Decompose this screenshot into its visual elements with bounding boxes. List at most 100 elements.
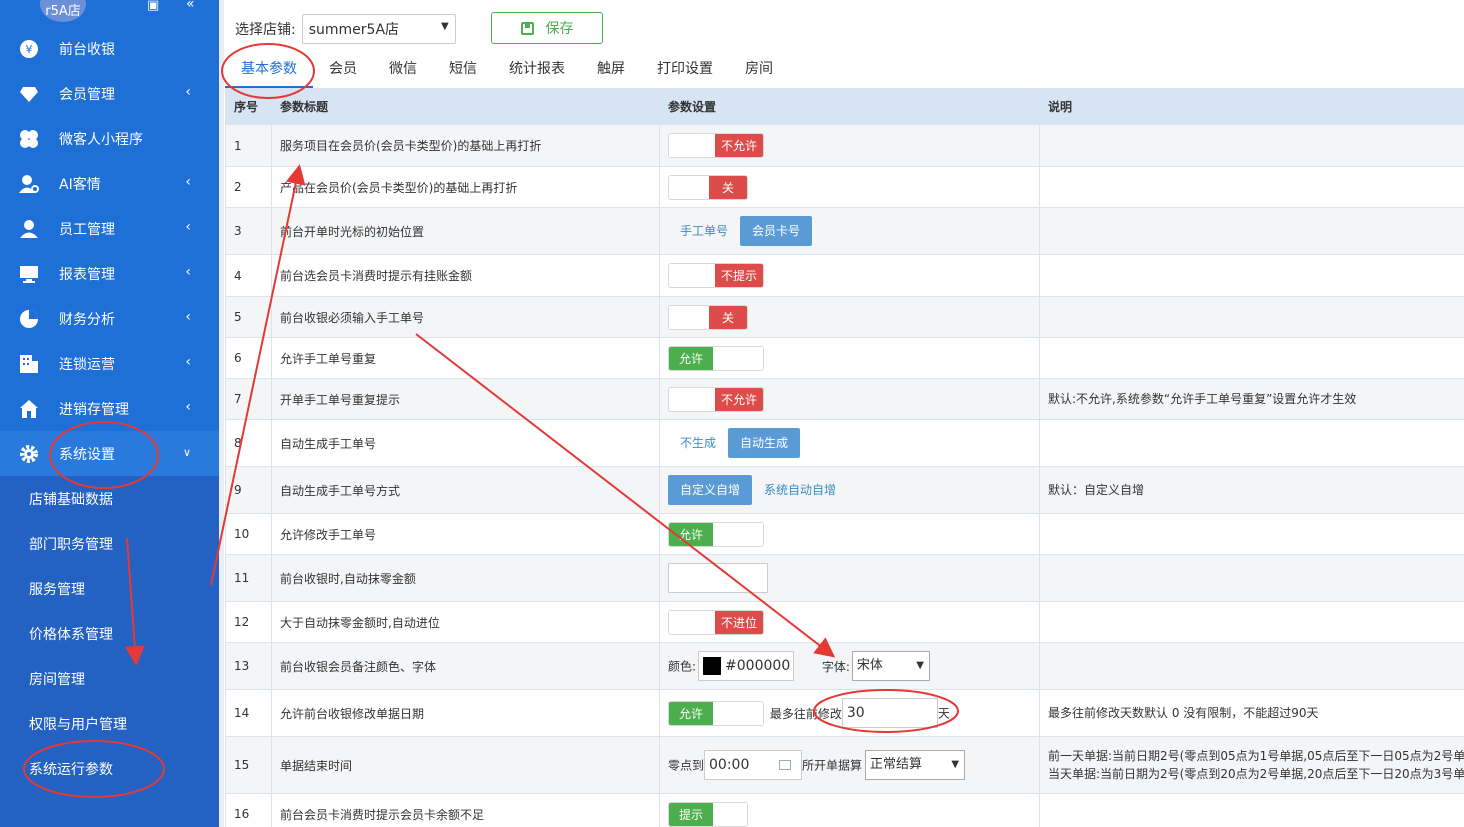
color-picker[interactable]: #000000 bbox=[698, 651, 795, 681]
toggle-switch[interactable]: 不进位 bbox=[668, 609, 764, 635]
submenu-store-data[interactable]: 店铺基础数据 bbox=[0, 476, 219, 521]
col-header-title: 参数标题 bbox=[271, 88, 660, 125]
toggle-switch[interactable]: 不允许 bbox=[668, 386, 764, 412]
bell-icon[interactable]: ▣ bbox=[147, 0, 159, 13]
diamond-icon bbox=[18, 83, 40, 105]
time-input[interactable]: 00:00 bbox=[704, 750, 803, 780]
toggle-switch[interactable]: 不提示 bbox=[668, 263, 764, 288]
row-desc: 最多往前修改天数默认 0 没有限制，不能超过90天 bbox=[1039, 689, 1464, 737]
submenu-service[interactable]: 服务管理 bbox=[0, 566, 219, 611]
tab-stats-report[interactable]: 统计报表 bbox=[493, 56, 581, 88]
tab-sms[interactable]: 短信 bbox=[433, 56, 493, 88]
save-button[interactable]: 保存 bbox=[491, 12, 603, 44]
table-row: 7 开单手工单号重复提示 不允许 默认:不允许,系统参数“允许手工单号重复”设置… bbox=[225, 378, 1464, 420]
row-title: 前台收银时,自动抹零金额 bbox=[271, 554, 660, 602]
menu-item-mini-program[interactable]: 微客人小程序 bbox=[0, 116, 219, 161]
font-select[interactable]: 宋体 ▼ bbox=[851, 651, 930, 681]
days-input[interactable]: 30 bbox=[841, 698, 938, 728]
menu-label: 前台收银 bbox=[59, 41, 115, 58]
option-custom-increment[interactable]: 自定义自增 bbox=[668, 475, 753, 505]
user-ai-icon bbox=[18, 173, 40, 195]
row-setting: 提示 bbox=[659, 793, 1040, 827]
tab-basic-params[interactable]: 基本参数 bbox=[225, 56, 313, 88]
row-no: 15 bbox=[225, 736, 272, 794]
tab-touchscreen[interactable]: 触屏 bbox=[581, 56, 641, 88]
row-setting: 关 bbox=[659, 166, 1040, 208]
option-member-card-no[interactable]: 会员卡号 bbox=[740, 216, 813, 246]
option-not-generate[interactable]: 不生成 bbox=[668, 428, 728, 458]
menu-item-chain[interactable]: 连锁运营 ‹ bbox=[0, 341, 219, 386]
settlement-select[interactable]: 正常结算 ▼ bbox=[865, 750, 966, 780]
row-title: 产品在会员价(会员卡类型价)的基础上再打折 bbox=[271, 166, 660, 208]
toggle-switch[interactable]: 允许 bbox=[668, 700, 764, 726]
chevron-left-icon: ‹ bbox=[185, 174, 191, 190]
menu-item-ai[interactable]: AI客情 ‹ bbox=[0, 161, 219, 206]
days-label: 最多往前修改 bbox=[769, 706, 842, 721]
monitor-icon bbox=[18, 263, 40, 285]
row-title: 前台会员卡消费时提示会员卡余额不足 bbox=[271, 793, 660, 827]
menu-item-finance[interactable]: 财务分析 ‹ bbox=[0, 296, 219, 341]
tab-wechat[interactable]: 微信 bbox=[373, 56, 433, 88]
toggle-switch[interactable]: 允许 bbox=[668, 345, 764, 371]
option-system-increment[interactable]: 系统自动自增 bbox=[752, 475, 848, 505]
store-avatar[interactable]: r5A店 bbox=[40, 0, 86, 22]
row-desc bbox=[1039, 207, 1464, 255]
round-off-amount-input[interactable] bbox=[668, 563, 768, 593]
menu-item-member[interactable]: 会员管理 ‹ bbox=[0, 71, 219, 116]
menu-item-inventory[interactable]: 进销存管理 ‹ bbox=[0, 386, 219, 431]
table-row: 3 前台开单时光标的初始位置 手工单号 会员卡号 bbox=[225, 207, 1464, 255]
menu-item-staff[interactable]: 员工管理 ‹ bbox=[0, 206, 219, 251]
menu-item-front-cashier[interactable]: ¥ 前台收银 bbox=[0, 26, 219, 71]
col-header-setting: 参数设置 bbox=[659, 88, 1040, 125]
settlement-select-value: 正常结算 bbox=[870, 757, 923, 772]
option-auto-generate[interactable]: 自动生成 bbox=[728, 428, 801, 458]
toggle-switch[interactable]: 不允许 bbox=[668, 133, 764, 158]
toggle-switch[interactable]: 关 bbox=[668, 304, 748, 330]
submenu-permission-user[interactable]: 权限与用户管理 bbox=[0, 701, 219, 746]
tab-room[interactable]: 房间 bbox=[729, 56, 789, 88]
submenu-dept-position[interactable]: 部门职务管理 bbox=[0, 521, 219, 566]
toggle-switch[interactable]: 提示 bbox=[668, 801, 748, 827]
tab-member[interactable]: 会员 bbox=[313, 56, 373, 88]
store-select[interactable]: summer5A店 ▼ bbox=[301, 14, 456, 44]
gutter bbox=[219, 0, 224, 827]
submenu-price-system[interactable]: 价格体系管理 bbox=[0, 611, 219, 656]
flower-icon bbox=[18, 128, 40, 150]
row-desc: 默认：自定义自增 bbox=[1039, 466, 1464, 514]
table-row: 4 前台选会员卡消费时提示有挂账金额 不提示 bbox=[225, 254, 1464, 297]
table-row: 13 前台收银会员备注颜色、字体 颜色: #000000 字体: 宋体 ▼ bbox=[225, 642, 1464, 690]
row-no: 2 bbox=[225, 166, 272, 208]
submenu-system-params[interactable]: 系统运行参数 bbox=[0, 746, 219, 791]
row-title: 开单手工单号重复提示 bbox=[271, 378, 660, 420]
menu-label: 连锁运营 bbox=[59, 356, 115, 373]
user-icon bbox=[18, 218, 40, 240]
row-desc bbox=[1039, 254, 1464, 297]
row-title: 前台收银会员备注颜色、字体 bbox=[271, 642, 660, 690]
row-no: 8 bbox=[225, 419, 272, 467]
collapse-icon[interactable]: « bbox=[186, 0, 195, 12]
menu-item-system-settings[interactable]: 系统设置 ∨ bbox=[0, 431, 219, 476]
row-no: 12 bbox=[225, 601, 272, 643]
option-manual-no[interactable]: 手工单号 bbox=[668, 216, 740, 246]
save-label: 保存 bbox=[545, 21, 574, 37]
toggle-switch[interactable]: 关 bbox=[668, 174, 748, 200]
toggle-state: 不进位 bbox=[714, 610, 763, 634]
row-desc bbox=[1039, 337, 1464, 379]
menu-item-report[interactable]: 报表管理 ‹ bbox=[0, 251, 219, 296]
chevron-down-icon: ∨ bbox=[182, 446, 191, 459]
store-select-value: summer5A店 bbox=[308, 22, 400, 38]
submenu-room[interactable]: 房间管理 bbox=[0, 656, 219, 701]
toggle-state: 不允许 bbox=[714, 387, 763, 411]
row-no: 16 bbox=[225, 793, 272, 827]
menu-label: 微客人小程序 bbox=[59, 131, 143, 148]
tab-print-settings[interactable]: 打印设置 bbox=[641, 56, 729, 88]
row-setting: 手工单号 会员卡号 bbox=[659, 207, 1040, 255]
row-title: 前台选会员卡消费时提示有挂账金额 bbox=[271, 254, 660, 297]
toggle-switch[interactable]: 允许 bbox=[668, 521, 764, 547]
calendar-icon[interactable] bbox=[779, 760, 792, 770]
sidebar: r5A店 ▣ « ¥ 前台收银 会员管理 ‹ 微客人小程序 AI客情 ‹ 员工管… bbox=[0, 0, 219, 827]
toggle-state: 允许 bbox=[669, 522, 714, 546]
row-title: 允许修改手工单号 bbox=[271, 513, 660, 555]
time-value: 00:00 bbox=[709, 757, 750, 773]
table-row: 8 自动生成手工单号 不生成 自动生成 bbox=[225, 419, 1464, 467]
